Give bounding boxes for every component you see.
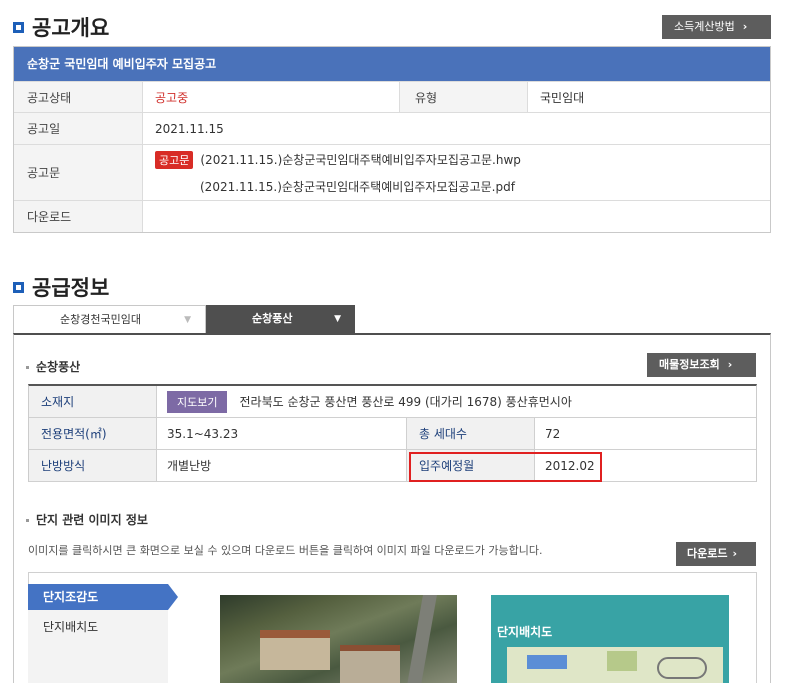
notice-title: 순창군 국민임대 예비입주자 모집공고 [14,47,770,81]
road-shape [407,595,437,683]
date-value: 2021.11.15 [155,121,224,136]
status-value: 공고중 [143,82,400,112]
table-row: 공고상태 공고중 유형 국민임대 [14,81,770,112]
address-label: 소재지 [29,386,157,417]
doc-label: 공고문 [14,145,143,200]
income-calc-button[interactable]: 소득계산방법 › [662,15,771,39]
building-shape [260,630,330,670]
address-value: 지도보기 전라북도 순창군 풍산면 풍산로 499 (대가리 1678) 풍산휴… [157,386,572,417]
table-row: 난방방식 개별난방 입주예정월 2012.02 [29,450,756,482]
tab-sunchang-pungsan[interactable]: 순창풍산 ▼ [206,305,355,333]
square-bullet-icon [13,281,24,293]
caret-down-icon: ▼ [334,314,341,324]
bullet-dot-icon [26,519,29,522]
image-download-button[interactable]: 다운로드 › [676,542,756,566]
income-calc-label: 소득계산방법 [674,20,735,33]
square-bullet-icon [13,21,24,33]
layout-map [507,647,723,683]
chevron-right-icon: › [742,20,748,33]
table-row: 공고문 공고문 (2021.11.15.)순창군국민임대주택예비입주자모집공고문… [14,144,770,200]
address-text: 전라북도 순창군 풍산면 풍산로 499 (대가리 1678) 풍산휴먼시아 [239,395,572,409]
property-info-button[interactable]: 매물정보조회 › [647,353,756,377]
movein-highlight-box [409,452,602,482]
map-track [657,657,707,679]
building-shape [340,645,400,683]
doc-badge: 공고문 [155,150,194,169]
complex-subhead: 순창풍산 [26,358,80,375]
side-item-aerial-view[interactable]: 단지조감도 [28,584,178,610]
chevron-right-icon: › [732,547,738,560]
notice-table: 순창군 국민임대 예비입주자 모집공고 공고상태 공고중 유형 국민임대 공고일… [13,46,771,233]
layout-caption: 단지배치도 [497,625,553,639]
aerial-view-image[interactable] [220,595,457,683]
supply-section-title: 공급정보 [13,272,109,302]
side-item-layout[interactable]: 단지배치도 [28,614,168,640]
table-row: 다운로드 [14,200,770,232]
table-row: 전용면적(㎡) 35.1~43.23 총 세대수 72 [29,418,756,450]
property-info-label: 매물정보조회 [659,358,720,371]
map-view-button[interactable]: 지도보기 [167,390,228,413]
table-row: 소재지 지도보기 전라북도 순창군 풍산면 풍산로 499 (대가리 1678)… [29,386,756,418]
chevron-right-icon: › [727,358,733,371]
tab-sunchang-gyeongcheon[interactable]: 순창경천국민임대 ▼ [13,305,206,333]
images-subhead: 단지 관련 이미지 정보 [26,511,148,528]
download-value [143,201,155,232]
download-label: 다운로드 [14,201,143,232]
images-description: 이미지를 클릭하시면 큰 화면으로 보실 수 있으며 다운로드 버튼을 클릭하여… [28,544,543,557]
supply-table: 소재지 지도보기 전라북도 순창군 풍산면 풍산로 499 (대가리 1678)… [28,384,757,482]
overview-section-title: 공고개요 [13,12,109,42]
doc-file-pdf-link[interactable]: (2021.11.15.)순창군국민임대주택예비입주자모집공고문.pdf [200,180,515,194]
map-block [607,651,637,671]
heating-value: 개별난방 [157,450,407,481]
type-value: 국민임대 [540,90,585,105]
type-label: 유형 [400,82,528,112]
status-label: 공고상태 [14,82,143,112]
area-value: 35.1~43.23 [157,418,407,449]
overview-title-text: 공고개요 [32,16,110,40]
map-block [527,655,567,669]
table-row: 공고일 2021.11.15 [14,112,770,144]
date-label: 공고일 [14,113,143,144]
bullet-dot-icon [26,366,29,369]
supply-title-text: 공급정보 [32,276,110,300]
complex-name: 순창풍산 [36,360,81,374]
tab-label: 순창풍산 [252,312,293,325]
doc-file-hwp-link[interactable]: (2021.11.15.)순창군국민임대주택예비입주자모집공고문.hwp [200,151,521,168]
heating-label: 난방방식 [29,450,157,481]
layout-image[interactable]: 단지배치도 [491,595,729,683]
area-label: 전용면적(㎡) [29,418,157,449]
households-label: 총 세대수 [407,418,535,449]
images-title: 단지 관련 이미지 정보 [36,513,148,527]
tab-label: 순창경천국민임대 [60,313,141,326]
households-value: 72 [545,426,561,441]
image-download-label: 다운로드 [687,547,728,560]
caret-down-icon: ▼ [184,315,191,325]
doc-files: 공고문 (2021.11.15.)순창군국민임대주택예비입주자모집공고문.hwp… [143,145,521,200]
